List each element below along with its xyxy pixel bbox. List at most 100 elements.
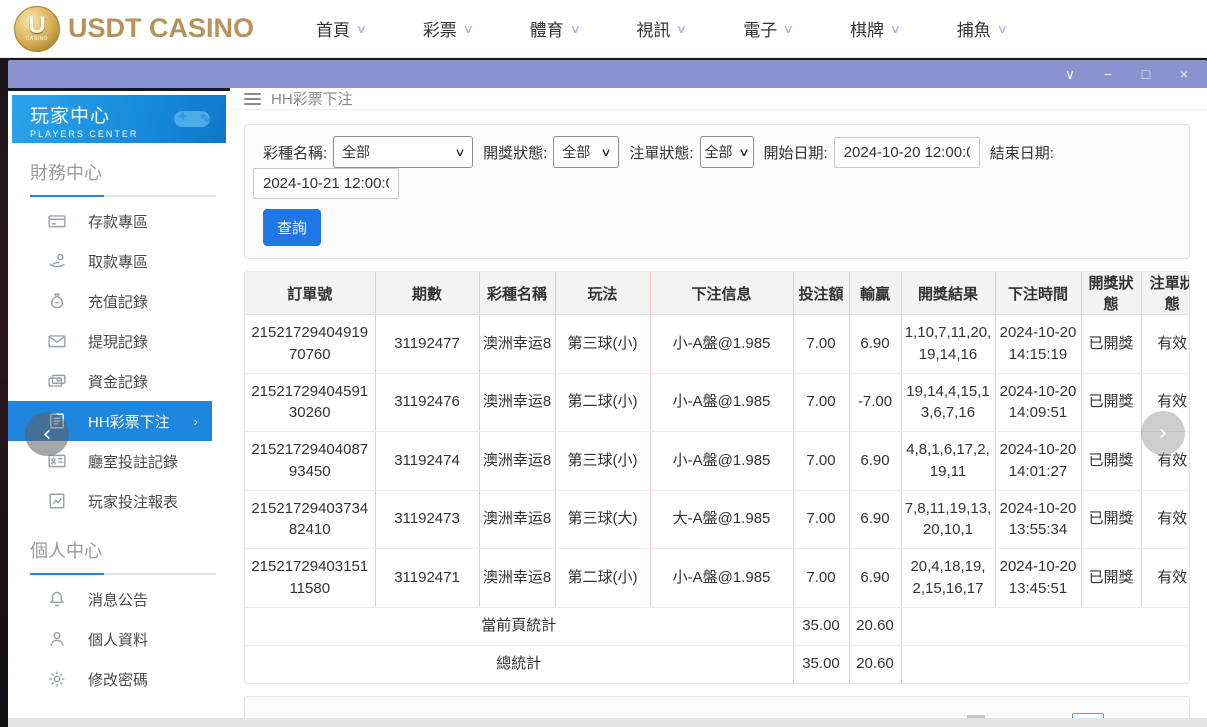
column-header: 期數 bbox=[375, 272, 479, 315]
column-header: 輸贏 bbox=[849, 272, 901, 315]
cell-winloss: -7.00 bbox=[849, 373, 901, 432]
sidebar-item-profile[interactable]: 個人資料 bbox=[8, 619, 230, 659]
order-status-label: 注單狀態: bbox=[629, 142, 693, 163]
cell-lottery: 澳洲幸运8 bbox=[479, 490, 555, 549]
app-window: ∨ − □ × 玩家中心 PLAYERS CENTER 財務中心存款專區取款專區… bbox=[8, 60, 1207, 727]
table-row: 215217294031511158031192471澳洲幸运8第二球(小)小-… bbox=[245, 549, 1190, 608]
column-header: 開獎狀態 bbox=[1081, 272, 1141, 315]
cell-order-id: 2152172940315111580 bbox=[245, 549, 375, 608]
summary-row: 當前頁統計35.0020.60 bbox=[245, 607, 1190, 645]
nav-item-label: 首頁 bbox=[316, 16, 350, 41]
chevron-right-icon: › bbox=[194, 414, 198, 429]
deposit-card-icon bbox=[48, 212, 66, 230]
usdt-logo-icon: U CASINO bbox=[14, 6, 60, 52]
logo-text: USDT CASINO bbox=[68, 13, 254, 44]
bell-icon bbox=[48, 590, 66, 608]
column-header: 注單狀態 bbox=[1141, 272, 1190, 315]
sidebar-item-funds-record[interactable]: 資金記錄 bbox=[8, 361, 230, 401]
sidebar-item-label: 修改密碼 bbox=[88, 669, 148, 690]
window-maximize-icon[interactable]: □ bbox=[1137, 67, 1155, 81]
sidebar-item-recharge-record[interactable]: 充值記錄 bbox=[8, 281, 230, 321]
cell-period: 31192477 bbox=[375, 315, 479, 374]
nav-item-cards[interactable]: 棋牌∨ bbox=[850, 16, 900, 41]
chevron-down-icon: ∨ bbox=[739, 146, 750, 159]
end-date-input[interactable] bbox=[253, 168, 399, 199]
summary-label: 當前頁統計 bbox=[245, 607, 793, 645]
cell-time: 2024-10-20 14:15:19 bbox=[995, 315, 1081, 374]
sidebar-item-player-bet-report[interactable]: 玩家投注報表 bbox=[8, 481, 230, 521]
cell-bet-info: 小-A盤@1.985 bbox=[650, 315, 793, 374]
nav-item-home[interactable]: 首頁∨ bbox=[316, 16, 366, 41]
chevron-down-icon: ∨ bbox=[454, 146, 465, 159]
table-row: 215217294037348241031192473澳洲幸运8第三球(大)大-… bbox=[245, 490, 1190, 549]
summary-winloss: 20.60 bbox=[849, 645, 901, 683]
collapse-sidebar-arrow[interactable]: ‹ bbox=[25, 412, 69, 456]
draw-status-label: 開獎狀態: bbox=[483, 142, 547, 163]
nav-item-live[interactable]: 視訊 ∨ bbox=[636, 16, 686, 41]
filter-panel: 彩種名稱: 全部 ∨ 開獎狀態: 全部 ∨ 注單狀態: 全部 bbox=[244, 124, 1190, 259]
lottery-name-value: 全部 bbox=[342, 142, 370, 162]
sidebar-item-label: 玩家投注報表 bbox=[88, 491, 178, 512]
sidebar-section-title: 財務中心 bbox=[30, 159, 230, 185]
cell-time: 2024-10-20 13:45:51 bbox=[995, 549, 1081, 608]
hamburger-menu-icon[interactable] bbox=[244, 93, 261, 105]
page-title: HH彩票下注 bbox=[271, 88, 353, 109]
cell-bet-info: 大-A盤@1.985 bbox=[650, 490, 793, 549]
bets-table-wrap: 訂單號期數彩種名稱玩法下注信息投注額輸贏開獎結果下注時間開獎狀態注單狀態 215… bbox=[244, 271, 1190, 684]
breadcrumb: HH彩票下注 bbox=[230, 88, 1207, 110]
sidebar-item-label: 提現記錄 bbox=[88, 331, 148, 352]
order-status-select[interactable]: 全部 ∨ bbox=[700, 136, 754, 168]
cell-order-id: 2152172940408793450 bbox=[245, 432, 375, 491]
cell-amount: 7.00 bbox=[793, 373, 849, 432]
cell-draw-status: 已開獎 bbox=[1081, 490, 1141, 549]
cell-amount: 7.00 bbox=[793, 315, 849, 374]
nav-item-fishing[interactable]: 捕魚∨ bbox=[957, 16, 1007, 41]
chevron-down-icon: ∨ bbox=[783, 22, 794, 36]
cell-draw-status: 已開獎 bbox=[1081, 373, 1141, 432]
sidebar-item-label: 存款專區 bbox=[88, 211, 148, 232]
order-status-value: 全部 bbox=[705, 142, 733, 162]
nav-item-label: 電子 bbox=[743, 16, 777, 41]
cell-winloss: 6.90 bbox=[849, 549, 901, 608]
lottery-name-select[interactable]: 全部 ∨ bbox=[333, 136, 473, 168]
nav-item-label: 捕魚 bbox=[957, 16, 991, 41]
sidebar-item-deposit[interactable]: 存款專區 bbox=[8, 201, 230, 241]
window-titlebar: ∨ − □ × bbox=[8, 60, 1207, 88]
nav-item-slots[interactable]: 電子 ∨ bbox=[743, 16, 793, 41]
cell-amount: 7.00 bbox=[793, 490, 849, 549]
nav-item-lottery[interactable]: 彩票∨ bbox=[423, 16, 473, 41]
nav-item-label: 視訊 bbox=[636, 16, 670, 41]
expand-panel-arrow[interactable]: › bbox=[1141, 411, 1185, 455]
cell-amount: 7.00 bbox=[793, 432, 849, 491]
nav-item-sports[interactable]: 體育∨ bbox=[530, 16, 580, 41]
draw-status-select[interactable]: 全部 ∨ bbox=[553, 136, 619, 168]
table-header-row: 訂單號期數彩種名稱玩法下注信息投注額輸贏開獎結果下注時間開獎狀態注單狀態 bbox=[245, 272, 1190, 315]
cell-bet-info: 小-A盤@1.985 bbox=[650, 373, 793, 432]
cell-period: 31192476 bbox=[375, 373, 479, 432]
sidebar-item-label: 消息公告 bbox=[88, 589, 148, 610]
site-logo[interactable]: U CASINO USDT CASINO bbox=[14, 6, 254, 52]
column-header: 訂單號 bbox=[245, 272, 375, 315]
sidebar-item-announcements[interactable]: 消息公告 bbox=[8, 579, 230, 619]
chevron-down-icon: ∨ bbox=[462, 22, 473, 36]
start-date-input[interactable] bbox=[834, 137, 980, 168]
column-header: 開獎結果 bbox=[901, 272, 995, 315]
window-minimize-icon[interactable]: − bbox=[1099, 67, 1117, 81]
search-button[interactable]: 查詢 bbox=[263, 209, 321, 246]
column-header: 下注信息 bbox=[650, 272, 793, 315]
cell-result: 19,14,4,15,13,6,7,16 bbox=[901, 373, 995, 432]
chevron-down-icon: ∨ bbox=[676, 22, 687, 36]
sidebar-item-cashout-record[interactable]: 提現記錄 bbox=[8, 321, 230, 361]
sidebar-item-change-password[interactable]: 修改密碼 bbox=[8, 659, 230, 699]
sidebar-item-withdraw[interactable]: 取款專區 bbox=[8, 241, 230, 281]
cell-play: 第二球(小) bbox=[555, 373, 650, 432]
summary-amount: 35.00 bbox=[793, 607, 849, 645]
window-close-icon[interactable]: × bbox=[1175, 67, 1193, 81]
site-header: U CASINO USDT CASINO 首頁∨彩票∨體育∨視訊∨電子∨棋牌∨捕… bbox=[0, 0, 1207, 58]
cell-period: 31192474 bbox=[375, 432, 479, 491]
cell-result: 4,8,1,6,17,2,19,11 bbox=[901, 432, 995, 491]
envelope-icon bbox=[48, 332, 66, 350]
cell-lottery: 澳洲幸运8 bbox=[479, 373, 555, 432]
lottery-name-label: 彩種名稱: bbox=[263, 142, 327, 163]
window-dropdown-icon[interactable]: ∨ bbox=[1061, 67, 1079, 81]
